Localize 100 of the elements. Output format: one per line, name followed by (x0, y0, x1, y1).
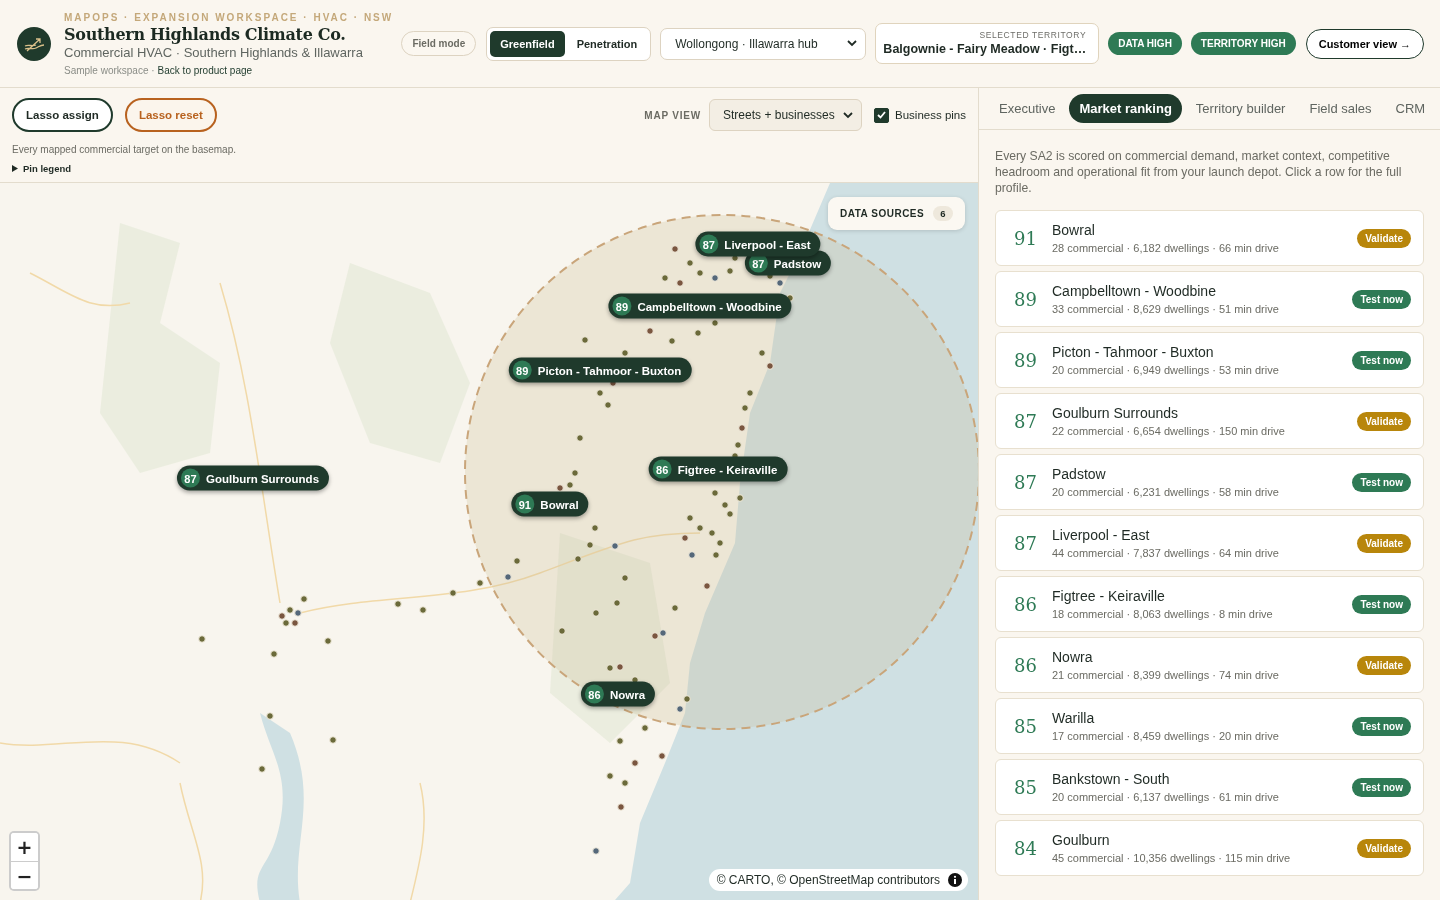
back-link[interactable]: Back to product page (157, 64, 253, 76)
ranking-row[interactable]: 89 Campbelltown - Woodbine 33 commercial · 8,629 dwellings · 51 min drive Test now (995, 271, 1424, 327)
business-marker[interactable] (574, 555, 582, 563)
zoom-button[interactable]: − (11, 861, 38, 889)
customer-view-button[interactable]: Customer view → (1305, 28, 1424, 59)
business-marker[interactable] (621, 574, 629, 582)
business-marker[interactable] (671, 245, 679, 253)
business-marker[interactable] (766, 362, 774, 370)
hub-select[interactable]: Wollongong · Illawarra hub (660, 27, 867, 60)
business-marker[interactable] (726, 510, 734, 518)
business-marker[interactable] (661, 274, 669, 282)
business-marker[interactable] (721, 501, 729, 509)
business-marker[interactable] (681, 534, 689, 542)
business-marker[interactable] (592, 609, 600, 617)
business-marker[interactable] (741, 404, 749, 412)
business-marker[interactable] (566, 481, 574, 489)
mode-option[interactable]: Greenfield (490, 30, 565, 57)
business-marker[interactable] (591, 524, 599, 532)
business-marker[interactable] (683, 695, 691, 703)
ranking-row[interactable]: 89 Picton - Tahmoor - Buxton 20 commercial · 6,949 dwellings · 53 min drive Test now (995, 332, 1424, 388)
business-marker[interactable] (586, 541, 594, 549)
action-badge[interactable]: Test now (1352, 350, 1411, 370)
business-marker[interactable] (592, 847, 600, 855)
business-marker[interactable] (659, 629, 667, 637)
business-marker[interactable] (758, 349, 766, 357)
info-icon[interactable] (948, 873, 962, 887)
map-view-select[interactable]: Streets + businesses (709, 99, 863, 131)
business-marker[interactable] (676, 705, 684, 713)
ranking-row[interactable]: 84 Goulburn 45 commercial · 10,356 dwellings · 115 min drive Validate (995, 820, 1424, 876)
mode-option[interactable]: Penetration (566, 30, 648, 57)
business-marker[interactable] (504, 573, 512, 581)
business-marker[interactable] (606, 664, 614, 672)
business-marker[interactable] (606, 772, 614, 780)
business-marker[interactable] (616, 737, 624, 745)
action-badge[interactable]: Test now (1352, 594, 1411, 614)
business-marker[interactable] (558, 627, 566, 635)
business-marker[interactable] (278, 612, 286, 620)
business-marker[interactable] (686, 259, 694, 267)
territory-pin[interactable]: 86 Nowra (580, 681, 656, 707)
business-marker[interactable] (646, 327, 654, 335)
business-marker[interactable] (329, 736, 337, 744)
business-marker[interactable] (616, 663, 624, 671)
territory-pin[interactable]: 89 Picton - Tahmoor - Buxton (508, 357, 692, 383)
business-marker[interactable] (736, 494, 744, 502)
business-marker[interactable] (294, 609, 302, 617)
ranking-row[interactable]: 87 Goulburn Surrounds 22 commercial · 6,654 dwellings · 150 min drive Validate (995, 393, 1424, 449)
business-marker[interactable] (738, 424, 746, 432)
business-marker[interactable] (686, 514, 694, 522)
business-marker[interactable] (621, 349, 629, 357)
action-badge[interactable]: Test now (1352, 472, 1411, 492)
business-marker[interactable] (581, 336, 589, 344)
business-marker[interactable] (613, 599, 621, 607)
business-marker[interactable] (708, 529, 716, 537)
business-marker[interactable] (696, 269, 704, 277)
ranking-row[interactable]: 85 Warilla 17 commercial · 8,459 dwellings · 20 min drive Test now (995, 698, 1424, 754)
business-marker[interactable] (300, 595, 308, 603)
business-marker[interactable] (711, 274, 719, 282)
business-marker[interactable] (282, 619, 290, 627)
business-marker[interactable] (776, 279, 784, 287)
panel-tab[interactable]: Territory builder (1185, 94, 1296, 123)
business-marker[interactable] (324, 637, 332, 645)
business-marker[interactable] (668, 337, 676, 345)
business-marker[interactable] (286, 606, 294, 614)
ranking-row[interactable]: 87 Liverpool - East 44 commercial · 7,837 dwellings · 64 min drive Validate (995, 515, 1424, 571)
territory-pin[interactable]: 87 Goulburn Surrounds (176, 465, 330, 491)
data-sources-button[interactable]: DATA SOURCES 6 (828, 197, 965, 230)
business-marker[interactable] (696, 524, 704, 532)
business-marker[interactable] (291, 619, 299, 627)
business-marker[interactable] (716, 539, 724, 547)
panel-tab[interactable]: Field sales (1299, 94, 1382, 123)
business-marker[interactable] (726, 267, 734, 275)
business-marker[interactable] (734, 441, 742, 449)
action-badge[interactable]: Test now (1352, 716, 1411, 736)
business-marker[interactable] (270, 650, 278, 658)
business-marker[interactable] (476, 579, 484, 587)
business-marker[interactable] (703, 582, 711, 590)
business-marker[interactable] (676, 279, 684, 287)
business-marker[interactable] (596, 389, 604, 397)
business-marker[interactable] (651, 632, 659, 640)
business-marker[interactable] (394, 600, 402, 608)
business-marker[interactable] (631, 759, 639, 767)
business-marker[interactable] (513, 557, 521, 565)
panel-tab[interactable]: Executive (989, 94, 1066, 123)
business-marker[interactable] (449, 589, 457, 597)
business-marker[interactable] (571, 469, 579, 477)
business-marker[interactable] (694, 329, 702, 337)
ranking-row[interactable]: 85 Bankstown - South 20 commercial · 6,137 dwellings · 61 min drive Test now (995, 759, 1424, 815)
ranking-row[interactable]: 86 Figtree - Keiraville 18 commercial · 8,063 dwellings · 8 min drive Test now (995, 576, 1424, 632)
business-marker[interactable] (258, 765, 266, 773)
business-marker[interactable] (658, 752, 666, 760)
lasso-assign-button[interactable]: Lasso assign (12, 98, 113, 132)
action-badge[interactable]: Test now (1352, 289, 1411, 309)
business-marker[interactable] (604, 401, 612, 409)
business-marker[interactable] (576, 434, 584, 442)
field-mode-button[interactable]: Field mode (401, 31, 477, 56)
panel-tab[interactable]: Market ranking (1069, 94, 1182, 123)
business-marker[interactable] (641, 724, 649, 732)
business-marker[interactable] (621, 779, 629, 787)
lasso-reset-button[interactable]: Lasso reset (124, 98, 217, 132)
ranking-row[interactable]: 91 Bowral 28 commercial · 6,182 dwellings · 66 min drive Validate (995, 210, 1424, 266)
